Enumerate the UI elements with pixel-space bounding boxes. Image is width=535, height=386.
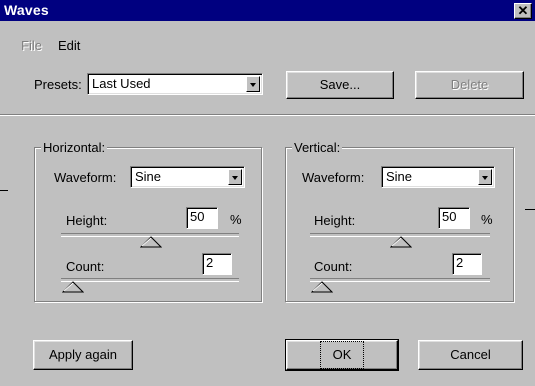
horizontal-count-label: Count:: [66, 259, 105, 274]
horizontal-count-slider-track[interactable]: [61, 278, 239, 282]
vertical-height-unit: %: [481, 212, 493, 227]
horizontal-height-label: Height:: [66, 213, 108, 228]
apply-again-button-label: Apply again: [49, 347, 117, 362]
waves-dialog: Waves ✕ File Edit Presets: Last Used Sav…: [0, 0, 535, 386]
ok-button-label: OK: [319, 341, 365, 369]
menu-edit[interactable]: Edit: [58, 38, 80, 53]
close-icon: ✕: [517, 3, 529, 18]
menu-file[interactable]: File: [21, 38, 42, 53]
horizontal-waveform-value: Sine: [135, 169, 162, 184]
ok-button[interactable]: OK: [285, 339, 399, 371]
vertical-group-title: Vertical:: [292, 140, 343, 155]
menu-bar: File Edit: [0, 21, 535, 57]
window-title: Waves: [4, 2, 49, 18]
vertical-height-label: Height:: [314, 213, 356, 228]
vertical-waveform-select[interactable]: Sine: [381, 166, 495, 188]
vertical-waveform-value: Sine: [386, 169, 413, 184]
separator: [0, 114, 535, 116]
save-button[interactable]: Save...: [286, 71, 394, 99]
horizontal-height-field[interactable]: 50: [186, 207, 218, 229]
presets-select[interactable]: Last Used: [87, 73, 263, 95]
delete-button-label: Delete: [450, 77, 489, 92]
vertical-count-slider-track[interactable]: [310, 278, 490, 282]
cancel-button-label: Cancel: [450, 347, 491, 362]
vertical-height-field[interactable]: 50: [438, 207, 470, 229]
presets-label: Presets:: [34, 77, 82, 92]
horizontal-waveform-select[interactable]: Sine: [130, 166, 245, 188]
vertical-count-label: Count:: [314, 259, 353, 274]
title-bar[interactable]: Waves ✕: [0, 0, 535, 21]
chevron-down-icon[interactable]: [246, 76, 260, 92]
horizontal-waveform-label: Waveform:: [54, 170, 117, 185]
presets-value: Last Used: [92, 76, 151, 91]
horizontal-height-unit: %: [230, 212, 242, 227]
cancel-button[interactable]: Cancel: [418, 340, 523, 370]
close-button[interactable]: ✕: [514, 3, 532, 19]
edge-tick-left: [0, 190, 8, 191]
chevron-down-icon[interactable]: [478, 169, 492, 185]
chevron-down-icon[interactable]: [228, 169, 242, 185]
horizontal-count-field[interactable]: 2: [202, 253, 232, 275]
vertical-count-field[interactable]: 2: [452, 253, 482, 275]
horizontal-group-title: Horizontal:: [41, 140, 108, 155]
save-button-label: Save...: [319, 77, 361, 92]
edge-tick-right: [525, 209, 535, 210]
vertical-waveform-label: Waveform:: [302, 170, 365, 185]
delete-button[interactable]: Delete: [415, 71, 524, 99]
apply-again-button[interactable]: Apply again: [33, 340, 133, 370]
